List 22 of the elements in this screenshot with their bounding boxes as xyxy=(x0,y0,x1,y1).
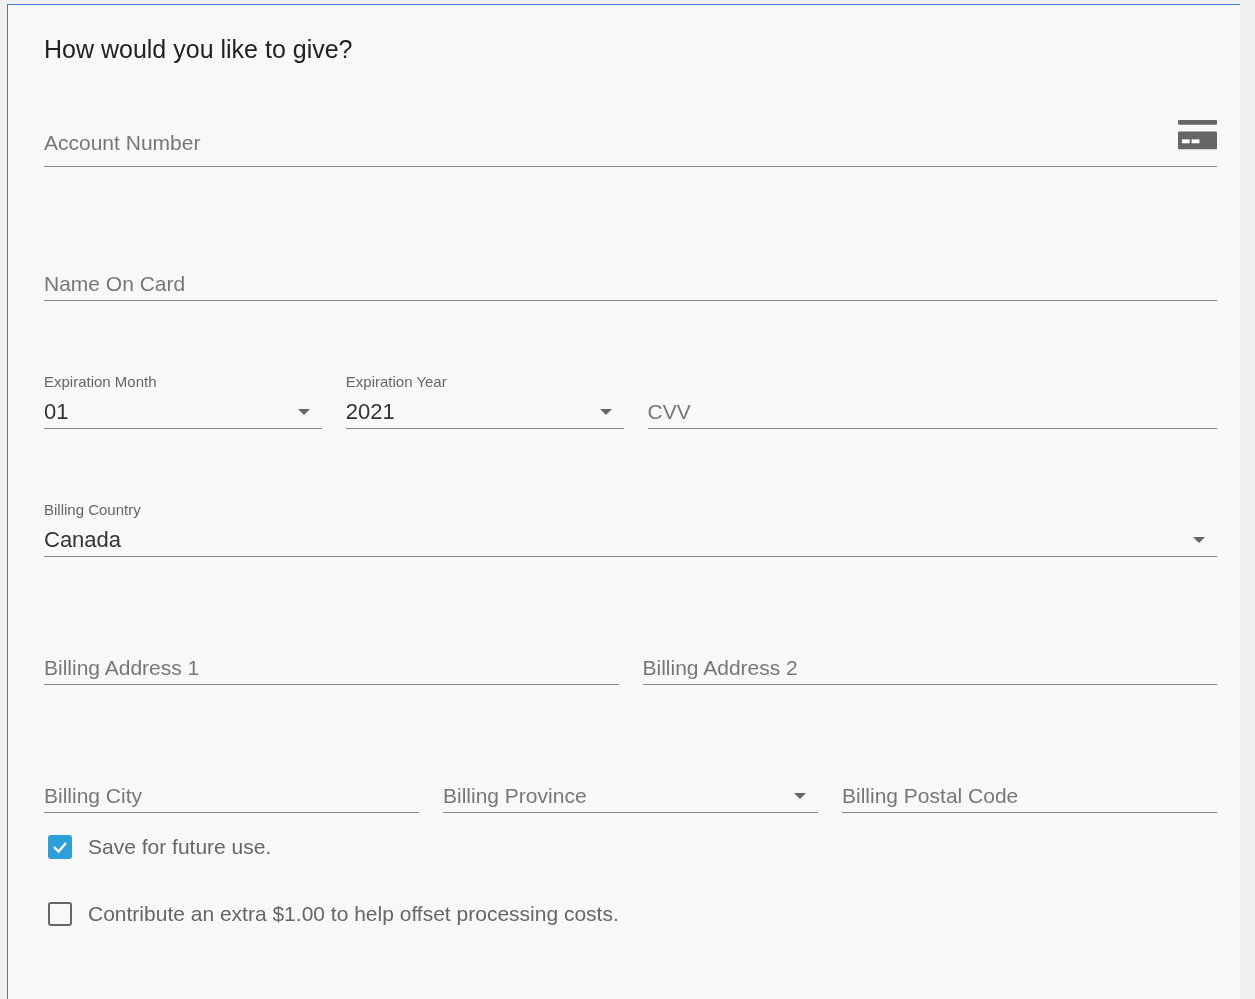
text-field[interactable]: CVV xyxy=(647,400,1217,424)
text-field[interactable]: Billing Postal Code xyxy=(842,784,1217,808)
checkbox[interactable] xyxy=(48,901,72,926)
text-field[interactable]: Account Number xyxy=(44,131,1178,155)
text-field[interactable]: Name On Card xyxy=(44,272,1217,296)
dropdown[interactable]: Expiration Year 2021 xyxy=(345,373,624,429)
credit-card-icon xyxy=(1178,118,1217,150)
checkbox[interactable] xyxy=(48,834,72,859)
dropdown[interactable]: Billing Country Canada xyxy=(44,501,1217,557)
caret-icon xyxy=(1193,537,1205,543)
text-field[interactable]: Billing Address 1 xyxy=(44,656,619,680)
checkbox-label: Save for future use. xyxy=(88,834,272,859)
dropdown[interactable]: Billing Province xyxy=(443,780,818,813)
text-field[interactable]: Billing City xyxy=(44,784,419,808)
caret-icon xyxy=(794,793,806,799)
form-heading: How would you like to give? xyxy=(44,34,354,65)
caret-icon xyxy=(297,409,310,415)
checkbox-label: Contribute an extra $1.00 to help offset processing costs. xyxy=(88,901,619,926)
dropdown[interactable]: Expiration Month 01 xyxy=(44,373,322,429)
caret-icon xyxy=(599,409,612,415)
text-field[interactable]: Billing Address 2 xyxy=(642,656,1217,680)
dropdown-input[interactable]: Billing Province xyxy=(443,784,794,808)
